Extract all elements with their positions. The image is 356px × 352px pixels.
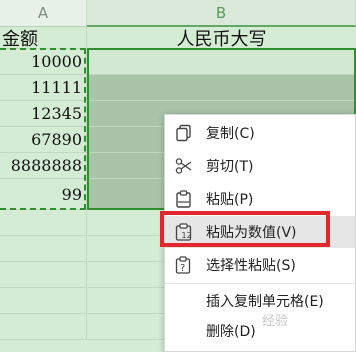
cell-a8[interactable] bbox=[0, 210, 87, 235]
cell-a7[interactable]: 99 bbox=[0, 179, 87, 209]
cell-a4[interactable]: 12345 bbox=[0, 101, 87, 126]
menu-divider bbox=[165, 283, 355, 284]
paste-values-icon: 12 bbox=[175, 223, 193, 241]
cell-a5[interactable]: 67890 bbox=[0, 127, 87, 152]
context-menu: 复制(C) 剪切(T) 粘贴(P) 12 粘贴为数值(V) ? 选择性粘贴(S)… bbox=[164, 114, 356, 352]
cell-a10[interactable] bbox=[0, 262, 87, 287]
cell-a6[interactable]: 8888888 bbox=[0, 153, 87, 178]
table-row: 10000 bbox=[0, 49, 356, 75]
svg-text:12: 12 bbox=[182, 231, 192, 240]
menu-item-paste-values[interactable]: 12 粘贴为数值(V) bbox=[165, 216, 355, 248]
cell-a12[interactable] bbox=[0, 314, 87, 339]
cell-b1[interactable]: 人民币大写 bbox=[87, 27, 356, 50]
cell-a11[interactable] bbox=[0, 288, 87, 313]
svg-text:?: ? bbox=[180, 263, 185, 274]
menu-item-cut[interactable]: 剪切(T) bbox=[165, 150, 355, 182]
menu-item-paste[interactable]: 粘贴(P) bbox=[165, 183, 355, 215]
menu-item-label: 插入复制单元格(E) bbox=[206, 294, 324, 310]
menu-item-label: 删除(D) bbox=[206, 324, 256, 340]
cell-a2[interactable]: 10000 bbox=[0, 49, 87, 74]
cell-a3[interactable]: 11111 bbox=[0, 75, 87, 100]
watermark: 经验 bbox=[262, 314, 289, 329]
menu-item-label: 复制(C) bbox=[206, 126, 255, 142]
column-header-b[interactable]: B bbox=[87, 0, 356, 27]
column-header-a[interactable]: A bbox=[0, 0, 87, 27]
scissors-icon bbox=[175, 157, 193, 175]
cell-a9[interactable] bbox=[0, 236, 87, 261]
cell-b3[interactable] bbox=[87, 75, 356, 100]
menu-item-label: 粘贴(P) bbox=[206, 192, 254, 208]
cell-a1[interactable]: 金额 bbox=[0, 27, 87, 50]
menu-item-label: 选择性粘贴(S) bbox=[206, 258, 296, 274]
table-row: 金额 人民币大写 bbox=[0, 27, 356, 50]
cell-b2[interactable] bbox=[87, 49, 356, 74]
menu-item-label: 剪切(T) bbox=[206, 159, 254, 175]
paste-icon bbox=[175, 190, 193, 208]
table-row: 11111 bbox=[0, 75, 356, 101]
menu-item-delete[interactable]: 删除(D) bbox=[165, 315, 355, 347]
paste-special-icon: ? bbox=[175, 256, 193, 274]
copy-icon bbox=[175, 124, 193, 142]
menu-item-paste-special[interactable]: ? 选择性粘贴(S) bbox=[165, 249, 355, 281]
menu-item-label: 粘贴为数值(V) bbox=[206, 225, 297, 241]
menu-item-insert-copied-cells[interactable]: 插入复制单元格(E) bbox=[165, 285, 355, 317]
menu-item-copy[interactable]: 复制(C) bbox=[165, 117, 355, 149]
